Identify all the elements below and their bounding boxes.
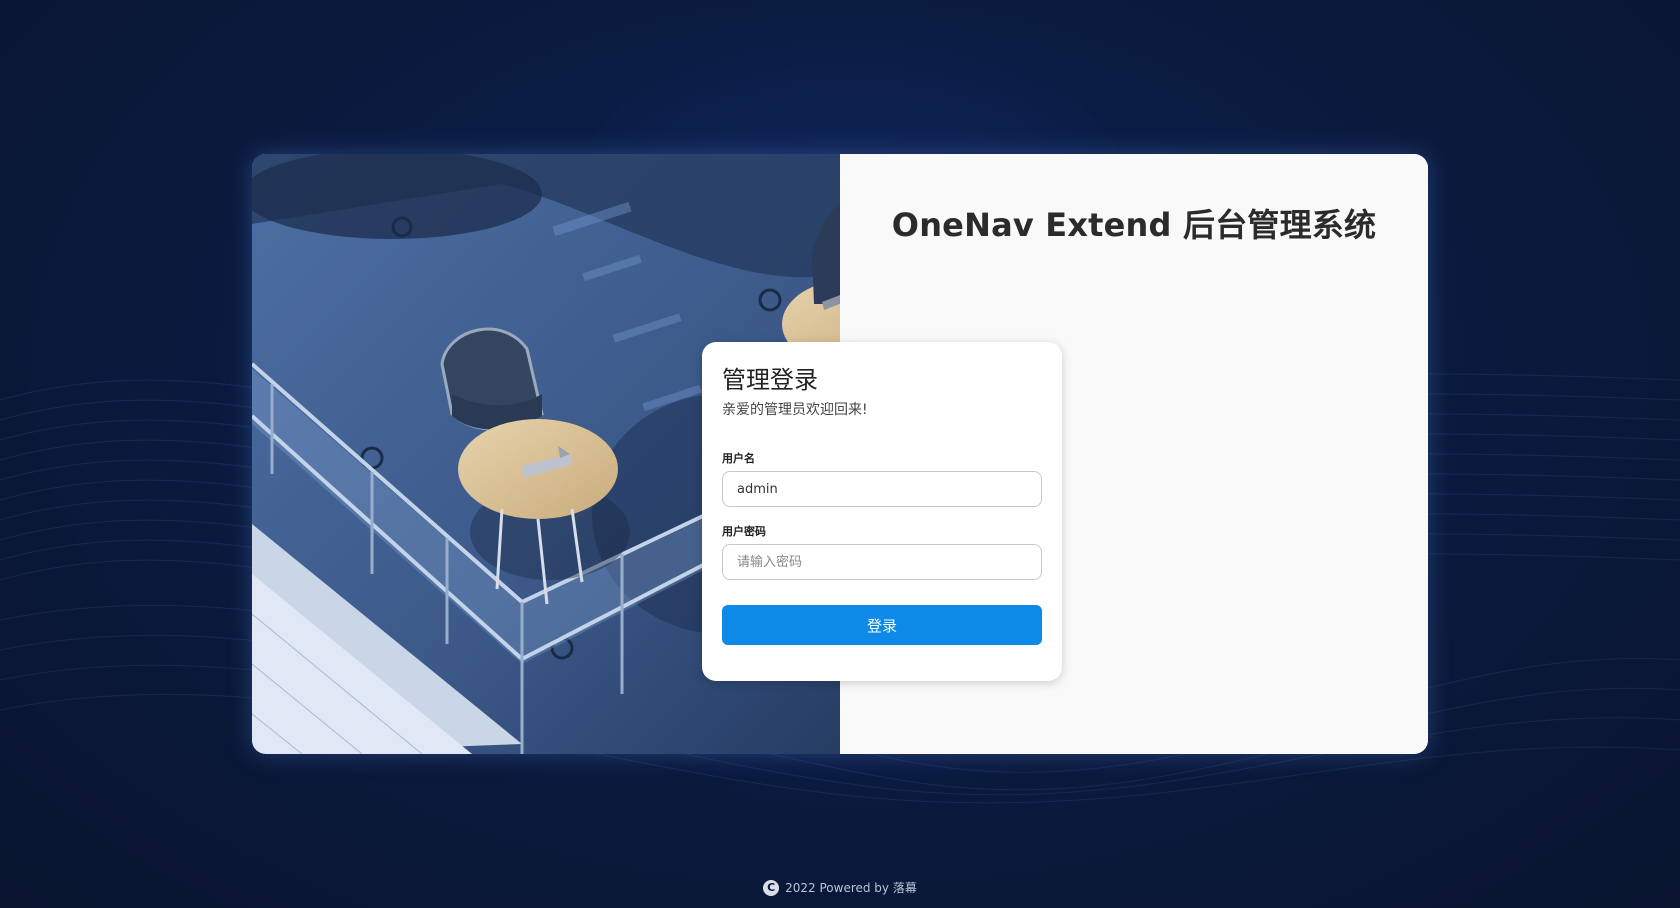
password-input[interactable] xyxy=(722,544,1042,580)
username-label: 用户名 xyxy=(722,452,755,465)
login-heading: 管理登录 xyxy=(722,366,818,394)
login-subtitle: 亲爱的管理员欢迎回来! xyxy=(722,402,868,418)
login-form: 管理登录 亲爱的管理员欢迎回来! 用户名 用户密码 登录 xyxy=(702,342,1062,681)
password-label: 用户密码 xyxy=(722,525,766,538)
copyright-icon: C xyxy=(763,879,780,896)
footer-text: 2022 Powered by 落幕 xyxy=(785,881,917,895)
login-button[interactable]: 登录 xyxy=(722,605,1042,645)
username-input[interactable] xyxy=(722,471,1042,507)
page-title: OneNav Extend 后台管理系统 xyxy=(891,206,1377,244)
footer: C 2022 Powered by 落幕 xyxy=(0,879,1680,896)
